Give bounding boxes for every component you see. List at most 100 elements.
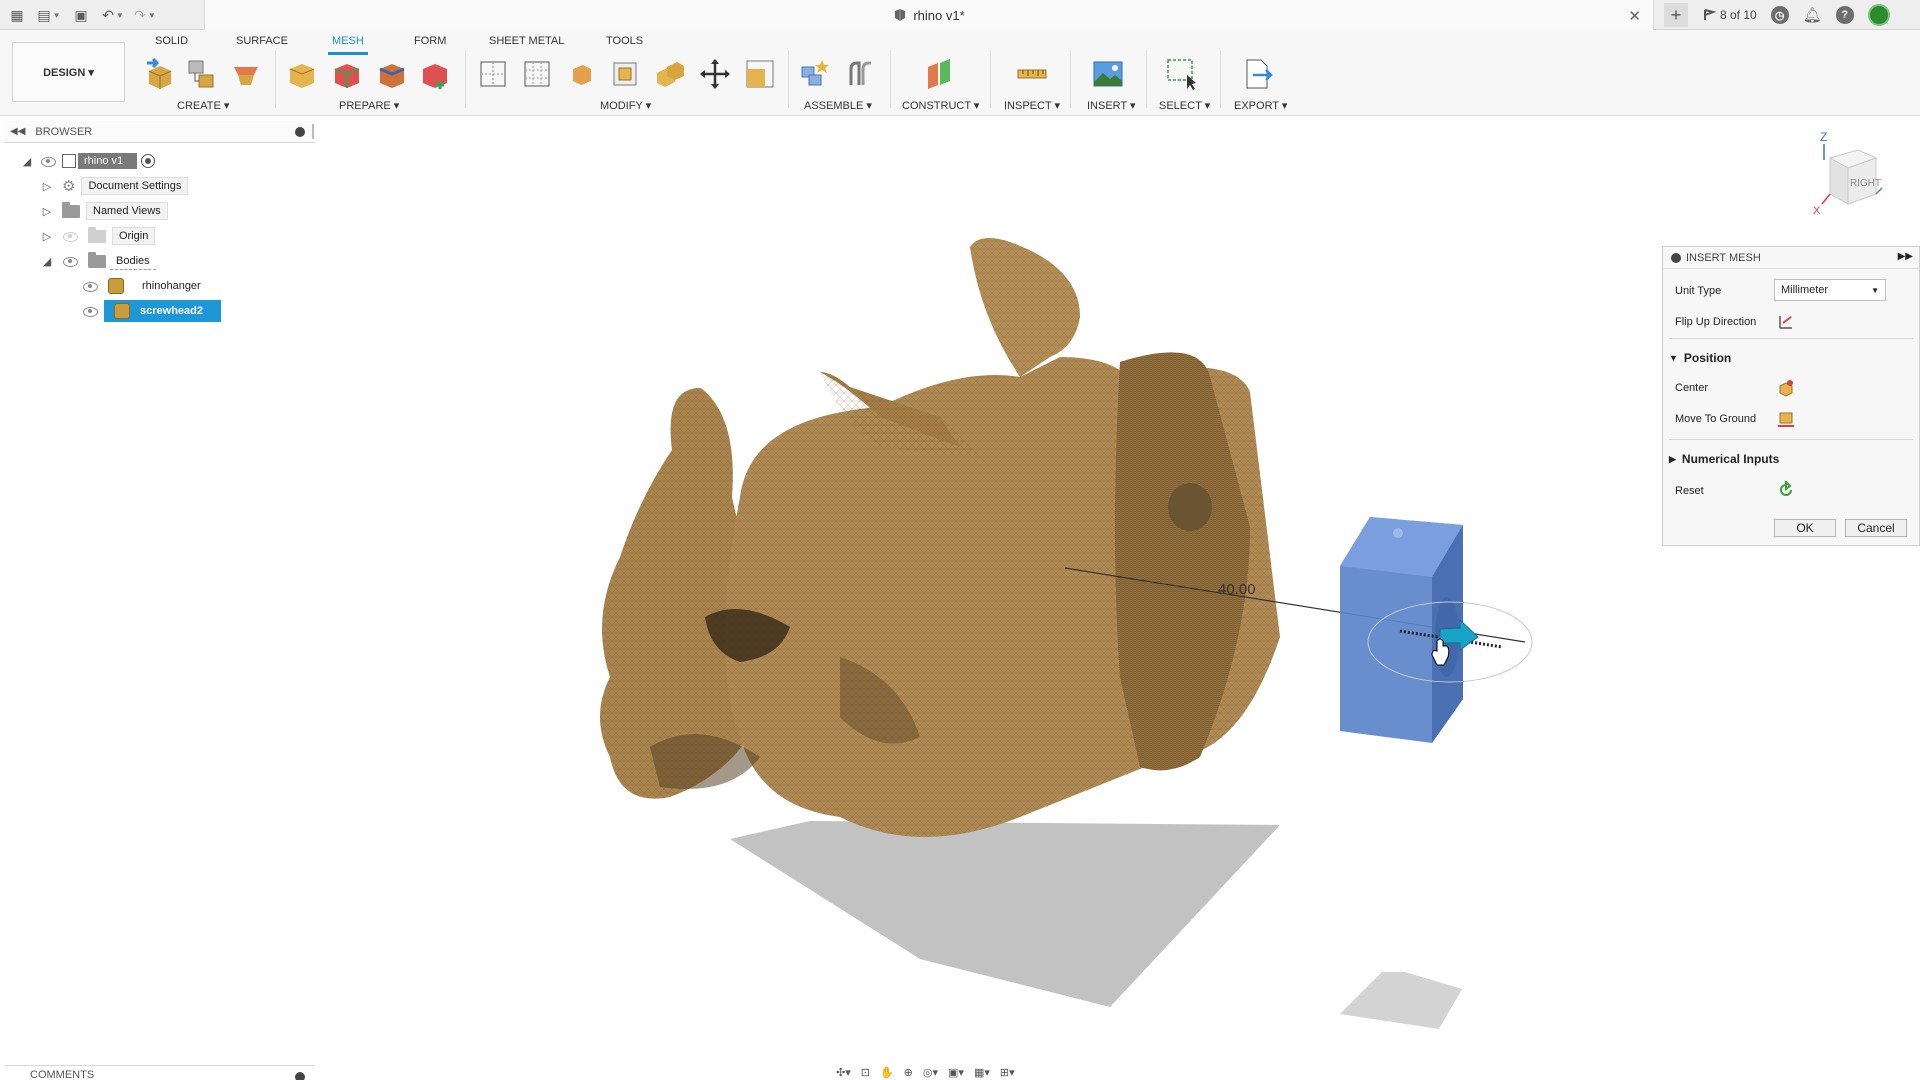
job-status[interactable]: 8 of 10 <box>1702 8 1757 22</box>
numerical-inputs-section-header[interactable]: ▶ Numerical Inputs <box>1669 452 1779 466</box>
combine-icon[interactable] <box>653 57 687 91</box>
look-at-icon[interactable]: ⊡ <box>861 1066 870 1079</box>
rhino-mesh-body[interactable] <box>600 238 1280 837</box>
ok-button[interactable]: OK <box>1774 519 1836 537</box>
insert-mesh-icon[interactable] <box>143 57 177 91</box>
visibility-eye-icon[interactable] <box>82 305 98 317</box>
insert-group-label[interactable]: INSERT ▾ <box>1087 99 1136 112</box>
save-icon[interactable]: ▣ <box>70 4 92 26</box>
tab-surface[interactable]: SURFACE <box>236 35 288 55</box>
document-tab[interactable]: rhino v1* ✕ <box>204 0 1654 30</box>
unit-type-select[interactable]: Millimeter ▼ <box>1774 279 1886 301</box>
zoom-icon[interactable]: ⊕ <box>904 1066 913 1079</box>
visibility-eye-icon[interactable] <box>62 255 78 267</box>
offset-plane-icon[interactable] <box>922 57 956 91</box>
joint-icon[interactable] <box>843 57 877 91</box>
create-group-label[interactable]: CREATE ▾ <box>177 99 229 112</box>
remesh-icon[interactable] <box>330 57 364 91</box>
expand-triangle-icon[interactable]: ▷ <box>40 179 54 193</box>
user-avatar[interactable] <box>1867 4 1890 26</box>
viewports-icon[interactable]: ⊞▾ <box>1000 1066 1015 1079</box>
reduce-mesh-icon[interactable] <box>375 57 409 91</box>
activate-radio-icon[interactable] <box>141 154 156 168</box>
comments-pin-icon[interactable] <box>295 1072 305 1080</box>
grid-settings-icon[interactable]: ▦▾ <box>974 1066 990 1079</box>
center-icon[interactable] <box>1777 379 1795 397</box>
browser-resize-handle[interactable] <box>312 124 314 139</box>
inspect-group-label[interactable]: INSPECT ▾ <box>1004 99 1060 112</box>
move-copy-icon[interactable] <box>698 57 732 91</box>
help-icon[interactable]: ? <box>1835 6 1854 24</box>
notification-bell-icon[interactable]: 🔔︎ <box>1803 6 1822 24</box>
tab-sheet-metal[interactable]: SHEET METAL <box>489 35 564 55</box>
measure-icon[interactable] <box>1015 57 1049 91</box>
tree-item-document-settings[interactable]: ▷ ⚙ Document Settings <box>40 176 189 196</box>
collapse-browser-icon[interactable]: ◀◀ <box>10 126 25 137</box>
workspace-switcher[interactable]: DESIGN ▾ <box>12 42 125 102</box>
new-tab-button[interactable]: + <box>1664 3 1688 27</box>
select-group-label[interactable]: SELECT ▾ <box>1159 99 1210 112</box>
tree-item-rhinohanger[interactable]: rhinohanger <box>82 276 207 296</box>
tree-item-bodies[interactable]: ◢ Bodies <box>40 251 156 271</box>
pan-icon[interactable]: ✋ <box>880 1066 894 1079</box>
dialog-pin-icon[interactable] <box>1671 252 1681 263</box>
tree-item-origin[interactable]: ▷ Origin <box>40 226 156 246</box>
dialog-header[interactable]: INSERT MESH ▶▶ <box>1663 247 1919 269</box>
create-face-group-icon[interactable] <box>185 57 219 91</box>
reset-icon[interactable] <box>1777 481 1795 499</box>
browser-pin-icon[interactable] <box>295 127 305 137</box>
insert-canvas-icon[interactable] <box>1091 57 1125 91</box>
tab-mesh[interactable]: MESH <box>328 35 368 55</box>
comments-panel[interactable]: COMMENTS <box>4 1065 315 1080</box>
tree-item-root[interactable]: ◢ rhino v1 <box>20 151 156 171</box>
move-to-ground-icon[interactable] <box>1777 410 1795 428</box>
fit-icon[interactable]: ◎▾ <box>923 1066 938 1079</box>
assemble-group-label[interactable]: ASSEMBLE ▾ <box>804 99 872 112</box>
ribbon-separator <box>788 50 789 108</box>
plane-cut-icon[interactable] <box>418 57 452 91</box>
redo-icon[interactable]: ↷ ▼ <box>134 4 156 26</box>
file-menu-icon[interactable]: ▤ ▼ <box>37 4 60 26</box>
position-section-header[interactable]: ▼ Position <box>1669 351 1731 365</box>
flip-up-direction-icon[interactable] <box>1777 313 1795 331</box>
expand-triangle-icon[interactable]: ▷ <box>40 204 54 218</box>
mesh-grid-icon[interactable] <box>520 57 554 91</box>
visibility-eye-icon[interactable] <box>82 280 98 292</box>
mesh-section-icon[interactable] <box>476 57 510 91</box>
tessellate-icon[interactable] <box>229 57 263 91</box>
expand-triangle-icon[interactable]: ▷ <box>40 229 54 243</box>
separate-icon[interactable] <box>565 57 599 91</box>
modify-group-label[interactable]: MODIFY ▾ <box>600 99 651 112</box>
new-component-icon[interactable] <box>797 57 831 91</box>
browser-header[interactable]: ◀◀ BROWSER <box>4 121 315 143</box>
orbit-icon[interactable]: ✣▾ <box>836 1066 851 1079</box>
tab-solid[interactable]: SOLID <box>155 35 188 55</box>
cancel-button[interactable]: Cancel <box>1845 519 1907 537</box>
shell-icon[interactable] <box>608 57 642 91</box>
tab-form[interactable]: FORM <box>414 35 446 55</box>
expand-triangle-icon[interactable]: ◢ <box>40 254 54 268</box>
export-group-label[interactable]: EXPORT ▾ <box>1234 99 1287 112</box>
display-settings-icon[interactable]: ▣▾ <box>948 1066 964 1079</box>
expand-dialog-icon[interactable]: ▶▶ <box>1898 251 1913 262</box>
undo-icon[interactable]: ↶ ▼ <box>102 4 124 26</box>
close-tab-icon[interactable]: ✕ <box>1628 7 1641 25</box>
dimension-value[interactable]: 40.00 <box>1218 581 1256 598</box>
viewcube-face-label: RIGHT <box>1850 178 1881 189</box>
viewcube[interactable]: Z RIGHT X <box>1800 126 1900 226</box>
visibility-eye-icon[interactable] <box>62 230 78 242</box>
tree-item-label: Named Views <box>86 202 168 220</box>
app-grid-icon[interactable]: ▦ <box>6 4 28 26</box>
window-select-icon[interactable] <box>1165 57 1199 91</box>
visibility-eye-icon[interactable] <box>40 155 56 167</box>
export-icon[interactable] <box>1241 57 1275 91</box>
scale-icon[interactable] <box>743 57 777 91</box>
tree-item-screwhead2[interactable]: screwhead2 <box>82 300 221 322</box>
repair-mesh-icon[interactable] <box>285 57 319 91</box>
tab-tools[interactable]: TOOLS <box>606 35 643 55</box>
expand-triangle-icon[interactable]: ◢ <box>20 154 34 168</box>
clock-icon[interactable]: ◷ <box>1770 6 1789 24</box>
construct-group-label[interactable]: CONSTRUCT ▾ <box>902 99 979 112</box>
tree-item-named-views[interactable]: ▷ Named Views <box>40 201 168 221</box>
prepare-group-label[interactable]: PREPARE ▾ <box>339 99 399 112</box>
